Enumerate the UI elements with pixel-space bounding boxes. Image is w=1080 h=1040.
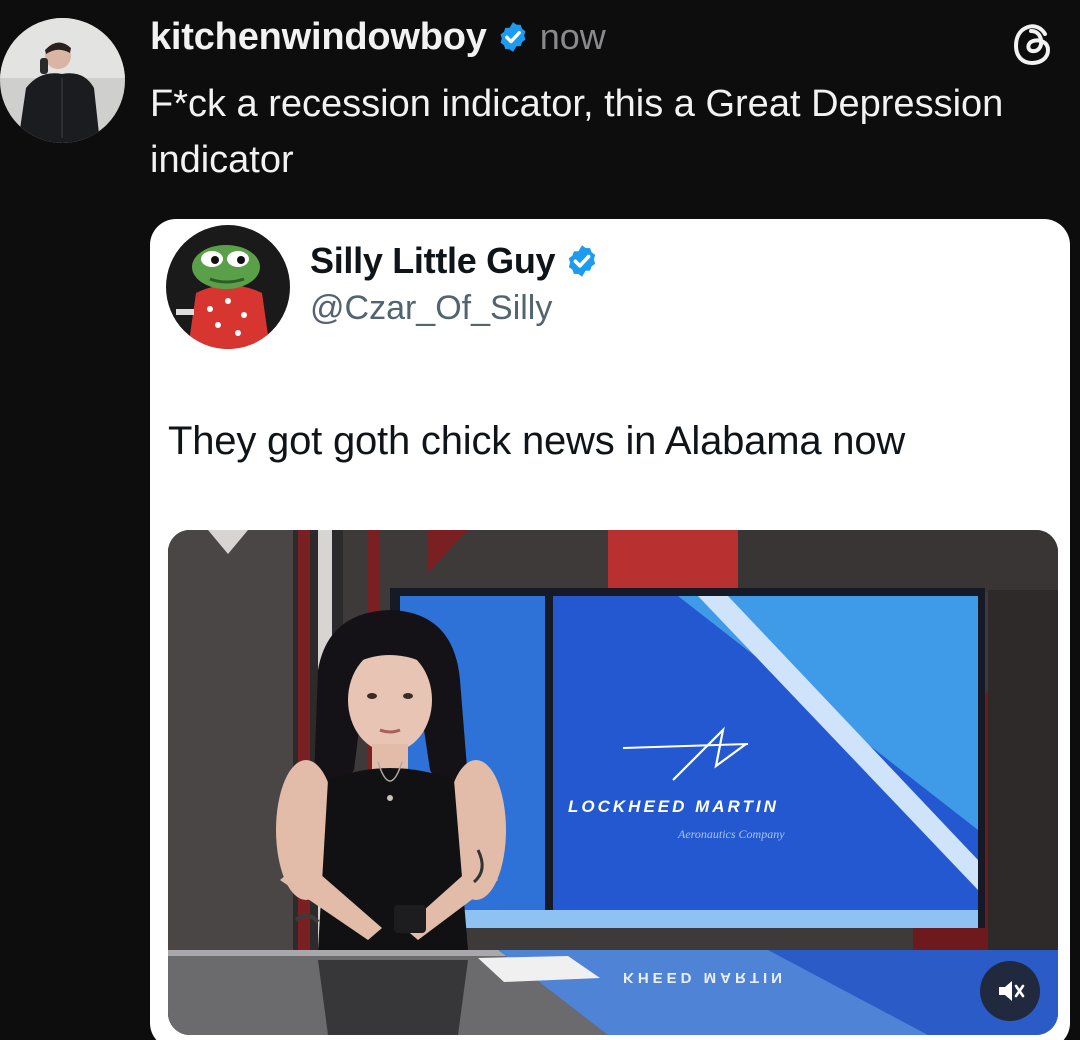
quoted-tweet-card[interactable]: Silly Little Guy @Czar_Of_Silly They got… [150, 219, 1070, 1040]
tweet-media-video[interactable]: LOCKHEED MARTIN Aeronautics Company KHEE… [168, 530, 1058, 1035]
quoted-display-name[interactable]: Silly Little Guy [310, 240, 556, 282]
author-avatar[interactable] [0, 18, 125, 143]
quoted-avatar[interactable] [166, 225, 290, 349]
mute-button[interactable] [980, 961, 1040, 1021]
quoted-name-row: Silly Little Guy [310, 239, 600, 283]
post-timestamp: now [539, 16, 606, 57]
quoted-handle[interactable]: @Czar_Of_Silly [310, 289, 552, 328]
post-header: kitchenwindowboy now [150, 12, 606, 62]
quoted-tweet-text: They got goth chick news in Alabama now [168, 419, 906, 463]
threads-icon[interactable] [1006, 16, 1062, 72]
threads-post-screenshot: kitchenwindowboy now F*ck a recession in… [0, 0, 1080, 1040]
verified-badge-icon [500, 22, 526, 52]
author-username[interactable]: kitchenwindowboy [150, 16, 487, 59]
screen-brand-text: LOCKHEED MARTIN [568, 797, 779, 816]
verified-badge-icon [569, 245, 596, 277]
desk-reflection-text: KHEED MARTIN [623, 969, 786, 986]
post-text: F*ck a recession indicator, this a Great… [150, 83, 1004, 181]
news-studio-image: LOCKHEED MARTIN Aeronautics Company KHEE… [168, 530, 1058, 1035]
speaker-muted-icon [999, 981, 1025, 1001]
screen-subtitle-text: Aeronautics Company [677, 827, 785, 841]
